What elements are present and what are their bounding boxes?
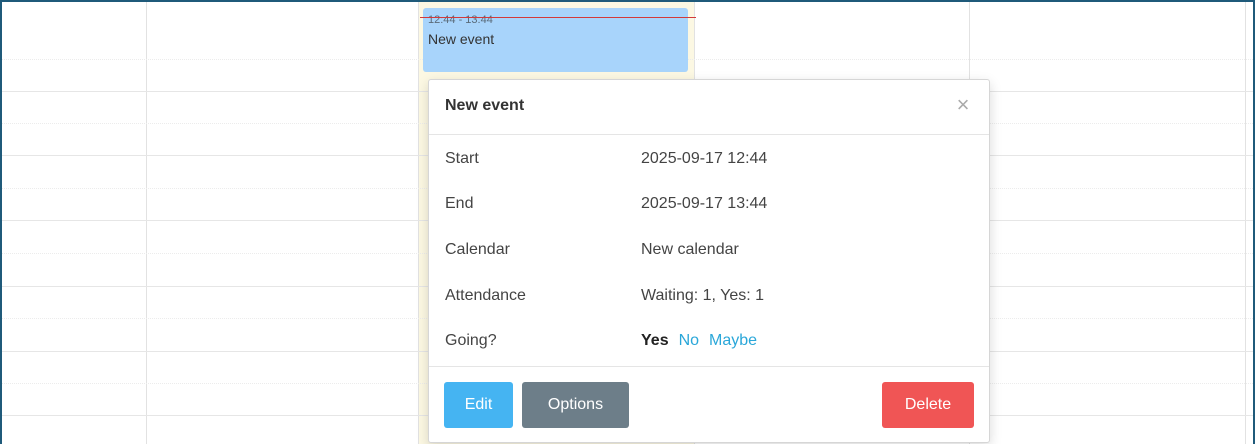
popover-body: Start 2025-09-17 12:44 End 2025-09-17 13… xyxy=(429,135,989,367)
detail-value: Waiting: 1, Yes: 1 xyxy=(641,287,765,304)
detail-row-calendar: Calendar New calendar xyxy=(445,238,975,262)
detail-value: New calendar xyxy=(641,241,739,258)
detail-label: Calendar xyxy=(445,241,510,258)
current-time-indicator xyxy=(420,17,696,18)
close-icon[interactable]: × xyxy=(953,93,973,117)
detail-row-start: Start 2025-09-17 12:44 xyxy=(445,147,975,171)
popover-footer: Edit Options Delete xyxy=(429,367,989,443)
event-title: New event xyxy=(428,31,495,47)
detail-value: 2025-09-17 12:44 xyxy=(641,150,768,167)
day-divider xyxy=(1245,2,1246,444)
going-yes-option[interactable]: Yes xyxy=(641,332,669,349)
popover-header: New event × xyxy=(429,80,989,135)
detail-row-attendance: Attendance Waiting: 1, Yes: 1 xyxy=(445,284,975,308)
going-options: Yes No Maybe xyxy=(641,329,757,353)
detail-label: Attendance xyxy=(445,287,526,304)
going-maybe-link[interactable]: Maybe xyxy=(709,332,757,349)
detail-label: End xyxy=(445,195,474,212)
day-divider xyxy=(418,2,419,444)
going-label: Going? xyxy=(445,332,497,349)
calendar-view: 12:44 - 13:44 New event New event × Star… xyxy=(0,0,1255,444)
day-divider xyxy=(146,2,147,444)
edit-button[interactable]: Edit xyxy=(444,382,513,428)
detail-row-going: Going? Yes No Maybe xyxy=(445,329,975,353)
options-button[interactable]: Options xyxy=(522,382,629,428)
event-time: 12:44 - 13:44 xyxy=(428,14,493,26)
going-no-link[interactable]: No xyxy=(679,332,699,349)
detail-row-end: End 2025-09-17 13:44 xyxy=(445,192,975,216)
detail-value: 2025-09-17 13:44 xyxy=(641,195,768,212)
detail-label: Start xyxy=(445,150,479,167)
event-popover: New event × Start 2025-09-17 12:44 End 2… xyxy=(428,79,990,443)
delete-button[interactable]: Delete xyxy=(882,382,974,428)
popover-title: New event xyxy=(445,97,525,114)
